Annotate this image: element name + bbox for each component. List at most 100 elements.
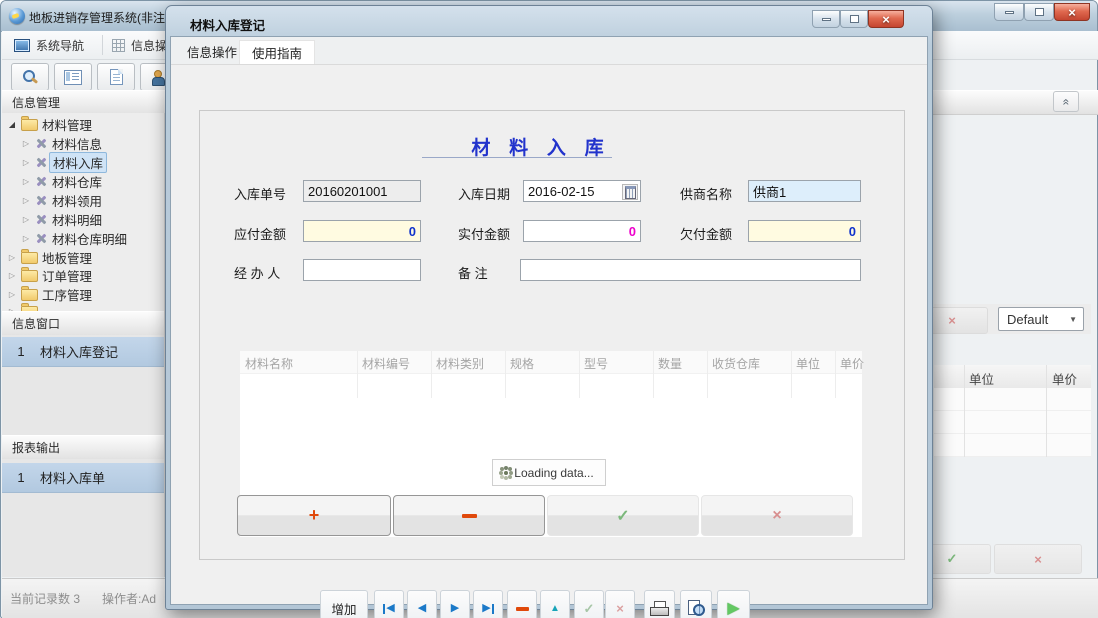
close-icon: × [1068,6,1076,19]
date-value: 2016-02-15 [528,184,595,199]
calendar-icon [625,186,636,199]
grid-remove-row-button[interactable] [393,495,545,536]
tree-item-floor-management[interactable]: ▷ 地板管理 [7,248,169,267]
column-header: 单位 [969,369,994,388]
main-minimize-button[interactable] [994,3,1024,21]
tree-collapsed-icon: ▷ [21,234,31,243]
section-title: 信息窗口 [12,315,60,332]
caret-down-icon: ▼ [1069,315,1077,324]
print-preview-button[interactable] [680,590,712,618]
document-button[interactable] [97,63,135,91]
default-dropdown[interactable]: Default ▼ [998,307,1084,331]
triangle-up-icon: ▲ [550,604,560,614]
toolbar-label: 系统导航 [36,37,84,54]
list-item-material-inbound-register[interactable]: 1 材料入库登记 [2,337,164,367]
remark-label: 备 注 [458,263,488,282]
dialog-minimize-button[interactable] [812,10,840,28]
main-maximize-button[interactable] [1024,3,1054,21]
document-icon [110,69,123,85]
owed-field[interactable]: 0 [748,220,861,242]
right-close-button[interactable]: × [994,544,1082,574]
nav-delete-button[interactable] [507,590,537,618]
tree-item-material-detail[interactable]: ▷ 材料明细 [21,210,183,229]
dialog-close-button[interactable]: × [868,10,904,28]
nav-prev-button[interactable]: ◀ [407,590,437,618]
handler-field[interactable] [303,259,421,281]
tab-user-guide[interactable]: 使用指南 [239,40,315,64]
form-heading: 材 料 入 库 [376,133,706,160]
screen: 地板进销存管理系统(非注册用户) × 系统导航 信息操作 信息管理 « [0,0,1098,618]
nav-post-button[interactable]: ✓ [574,590,604,618]
spinner-icon [504,471,508,475]
section-title: 报表输出 [12,439,60,456]
tree-item-material-requisition[interactable]: ▷ 材料领用 [21,191,183,210]
collapse-panel-button[interactable]: « [1053,91,1079,112]
grid-cancel-button[interactable]: × [701,495,853,536]
column-header: 材料名称 [245,355,293,372]
print-button[interactable] [644,590,675,618]
order-no-value: 20160201001 [308,184,388,199]
section-header-report-output: 报表输出 [2,435,164,460]
tool-icon [35,175,48,188]
form-icon [64,70,82,85]
grid-icon [112,39,125,52]
loading-indicator: Loading data... [492,459,606,486]
tree-collapsed-icon: ▷ [21,139,31,148]
tree-collapsed-icon: ▷ [7,290,17,299]
last-record-icon [492,604,494,614]
cross-icon: × [1034,552,1042,567]
toolbar-item-system-nav[interactable]: 系统导航 [14,35,84,55]
grid-confirm-button[interactable]: ✓ [547,495,699,536]
nav-first-button[interactable]: ◀ [374,590,404,618]
check-icon: ✓ [616,506,629,526]
column-header: 单价 [1052,369,1077,388]
order-no-field[interactable]: 20160201001 [303,180,421,202]
list-item-material-inbound-report[interactable]: 1 材料入库单 [2,463,164,493]
record-count: 当前记录数 3 [10,590,80,607]
order-no-label: 入库单号 [234,184,286,203]
supplier-field[interactable]: 供商1 [748,180,861,202]
tab-info-operations[interactable]: 信息操作 [175,40,249,63]
main-close-button[interactable]: × [1054,3,1090,21]
column-header: 单价 [840,355,864,372]
calendar-picker-button[interactable] [622,184,638,200]
payable-value: 0 [409,224,416,239]
close-icon: × [882,13,890,26]
tree-item-label: 订单管理 [42,266,92,285]
prev-record-icon: ◀ [418,603,426,614]
nav-last-button[interactable]: ▶ [473,590,503,618]
tool-icon [35,213,48,226]
paid-field[interactable]: 0 [523,220,641,242]
form-view-button[interactable] [54,63,92,91]
add-button-label: 增加 [331,599,356,618]
right-grid-rows [934,388,1091,457]
handler-label: 经 办 人 [234,263,280,282]
remark-field[interactable] [520,259,861,281]
app-icon [9,8,25,24]
next-record-icon: ▶ [451,603,459,614]
tree-item-material-inbound[interactable]: ▷ 材料入库 [21,153,183,172]
first-record-icon [383,604,385,614]
nav-edit-button[interactable]: ▲ [540,590,570,618]
paid-value: 0 [629,224,636,239]
nav-cancel-button[interactable]: × [605,590,635,618]
run-button[interactable]: ▶ [717,590,750,618]
check-icon: ✓ [947,551,958,567]
operator-label: 操作者:Ad [102,590,156,607]
search-button[interactable] [11,63,49,91]
tree-item-material-warehouse[interactable]: ▷ 材料仓库 [21,172,183,191]
dialog-material-inbound: 材料入库登记 × 信息操作 使用指南 材 料 入 库 入库单号 20160201… [165,5,933,610]
tree-item-material-info[interactable]: ▷ 材料信息 [21,134,183,153]
dialog-restore-button[interactable] [840,10,868,28]
minus-icon [462,514,477,518]
add-record-button[interactable]: 增加 [320,590,368,618]
owed-value: 0 [849,224,856,239]
tree-item-material-management[interactable]: ◢ 材料管理 [7,115,169,134]
tree-item-material-warehouse-detail[interactable]: ▷ 材料仓库明细 [21,229,183,248]
date-field[interactable]: 2016-02-15 [523,180,641,202]
nav-next-button[interactable]: ▶ [440,590,470,618]
payable-field[interactable]: 0 [303,220,421,242]
folder-icon [21,289,38,301]
tree-item-order-management[interactable]: ▷ 订单管理 [7,266,169,285]
grid-add-row-button[interactable]: + [237,495,391,536]
